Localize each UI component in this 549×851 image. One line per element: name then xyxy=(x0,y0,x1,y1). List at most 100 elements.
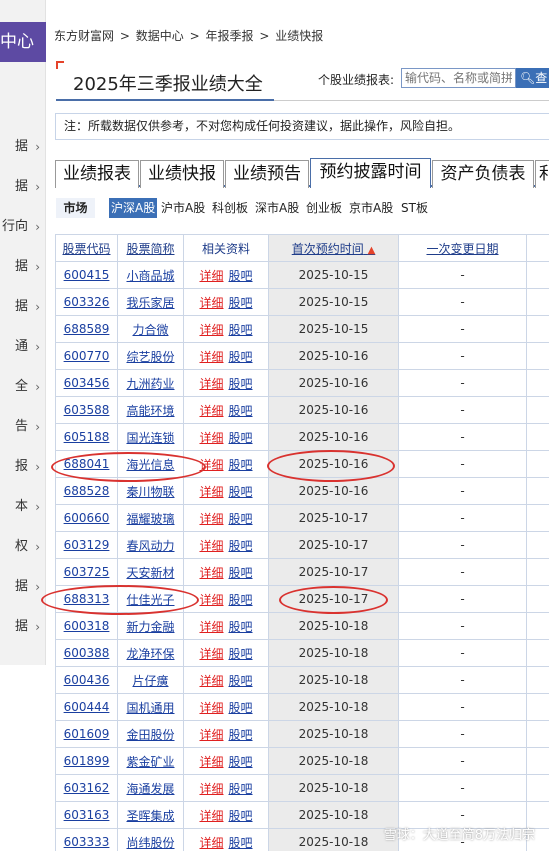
forum-link[interactable]: 股吧 xyxy=(229,485,253,499)
sidebar-item[interactable]: 告 › xyxy=(0,407,46,447)
detail-link[interactable]: 详细 xyxy=(199,485,223,499)
forum-link[interactable]: 股吧 xyxy=(229,512,253,526)
sidebar-item[interactable]: 全 › xyxy=(0,367,46,407)
market-option-star[interactable]: 科创板 xyxy=(212,198,248,218)
forum-link[interactable]: 股吧 xyxy=(229,431,253,445)
market-option-gem[interactable]: 创业板 xyxy=(306,198,342,218)
stock-code-link[interactable]: 688313 xyxy=(64,592,110,606)
col-header-name[interactable]: 股票简称 xyxy=(117,234,184,262)
stock-name-link[interactable]: 综艺股份 xyxy=(126,350,174,364)
forum-link[interactable]: 股吧 xyxy=(229,269,253,283)
forum-link[interactable]: 股吧 xyxy=(229,404,253,418)
stock-code-link[interactable]: 600770 xyxy=(64,349,110,363)
tab-performance-express[interactable]: 业绩快报 xyxy=(140,160,224,188)
forum-link[interactable]: 股吧 xyxy=(229,458,253,472)
stock-code-link[interactable]: 605188 xyxy=(64,430,110,444)
detail-link[interactable]: 详细 xyxy=(199,512,223,526)
stock-name-link[interactable]: 春风动力 xyxy=(126,539,174,553)
detail-link[interactable]: 详细 xyxy=(199,269,223,283)
stock-code-link[interactable]: 600388 xyxy=(64,646,110,660)
stock-name-link[interactable]: 海通发展 xyxy=(126,782,174,796)
breadcrumb-data-center[interactable]: 数据中心 xyxy=(136,29,184,43)
stock-name-link[interactable]: 福耀玻璃 xyxy=(126,512,174,526)
stock-code-link[interactable]: 603456 xyxy=(64,376,110,390)
forum-link[interactable]: 股吧 xyxy=(229,674,253,688)
breadcrumb-annual-reports[interactable]: 年报季报 xyxy=(205,29,253,43)
forum-link[interactable]: 股吧 xyxy=(229,728,253,742)
sidebar-item[interactable]: 据 › xyxy=(0,127,46,167)
sidebar-item[interactable]: 据 › xyxy=(0,607,46,647)
forum-link[interactable]: 股吧 xyxy=(229,755,253,769)
sidebar-item[interactable]: 据 › xyxy=(0,167,46,207)
forum-link[interactable]: 股吧 xyxy=(229,701,253,715)
detail-link[interactable]: 详细 xyxy=(199,377,223,391)
stock-name-link[interactable]: 仕佳光子 xyxy=(126,593,174,607)
stock-name-link[interactable]: 龙净环保 xyxy=(126,647,174,661)
stock-code-link[interactable]: 600660 xyxy=(64,511,110,525)
forum-link[interactable]: 股吧 xyxy=(229,377,253,391)
forum-link[interactable]: 股吧 xyxy=(229,296,253,310)
stock-name-link[interactable]: 高能环境 xyxy=(126,404,174,418)
detail-link[interactable]: 详细 xyxy=(199,701,223,715)
stock-name-link[interactable]: 国光连锁 xyxy=(126,431,174,445)
tab-disclosure-schedule[interactable]: 预约披露时间 xyxy=(310,158,431,188)
search-button[interactable]: 🔍︎查 xyxy=(516,68,549,88)
tab-performance-forecast[interactable]: 业绩预告 xyxy=(225,160,309,188)
detail-link[interactable]: 详细 xyxy=(199,755,223,769)
sidebar-item[interactable]: 据 › xyxy=(0,247,46,287)
stock-code-link[interactable]: 603588 xyxy=(64,403,110,417)
detail-link[interactable]: 详细 xyxy=(199,647,223,661)
stock-code-link[interactable]: 688041 xyxy=(64,457,110,471)
forum-link[interactable]: 股吧 xyxy=(229,782,253,796)
stock-name-link[interactable]: 金田股份 xyxy=(126,728,174,742)
detail-link[interactable]: 详细 xyxy=(199,593,223,607)
sidebar-item[interactable]: 据 › xyxy=(0,567,46,607)
col-header-change-date[interactable]: 一次变更日期 xyxy=(398,234,527,262)
forum-link[interactable]: 股吧 xyxy=(229,323,253,337)
stock-code-link[interactable]: 603326 xyxy=(64,295,110,309)
forum-link[interactable]: 股吧 xyxy=(229,593,253,607)
sidebar-item[interactable]: 本 › xyxy=(0,487,46,527)
sidebar-item[interactable]: 通 › xyxy=(0,327,46,367)
detail-link[interactable]: 详细 xyxy=(199,431,223,445)
market-option-hs-a[interactable]: 沪深A股 xyxy=(109,198,158,218)
tab-performance-report[interactable]: 业绩报表 xyxy=(55,160,139,188)
detail-link[interactable]: 详细 xyxy=(199,323,223,337)
stock-name-link[interactable]: 小商品城 xyxy=(126,269,174,283)
stock-code-link[interactable]: 688589 xyxy=(64,322,110,336)
tab-balance-sheet[interactable]: 资产负债表 xyxy=(432,160,534,188)
stock-code-link[interactable]: 603163 xyxy=(64,808,110,822)
forum-link[interactable]: 股吧 xyxy=(229,647,253,661)
stock-name-link[interactable]: 天安新材 xyxy=(126,566,174,580)
stock-code-link[interactable]: 601899 xyxy=(64,754,110,768)
stock-name-link[interactable]: 新力金融 xyxy=(126,620,174,634)
forum-link[interactable]: 股吧 xyxy=(229,620,253,634)
market-option-st[interactable]: ST板 xyxy=(401,198,428,218)
detail-link[interactable]: 详细 xyxy=(199,539,223,553)
stock-name-link[interactable]: 我乐家居 xyxy=(126,296,174,310)
stock-code-link[interactable]: 603725 xyxy=(64,565,110,579)
forum-link[interactable]: 股吧 xyxy=(229,836,253,850)
sidebar-item[interactable]: 据 › xyxy=(0,287,46,327)
sidebar-item[interactable]: 报 › xyxy=(0,447,46,487)
stock-name-link[interactable]: 力合微 xyxy=(132,323,168,337)
col-header-first-date[interactable]: 首次预约时间 ▲ xyxy=(268,234,399,262)
detail-link[interactable]: 详细 xyxy=(199,350,223,364)
stock-code-link[interactable]: 603162 xyxy=(64,781,110,795)
tab-next[interactable]: 利 xyxy=(535,160,549,188)
breadcrumb-current[interactable]: 业绩快报 xyxy=(275,29,323,43)
stock-code-link[interactable]: 600318 xyxy=(64,619,110,633)
forum-link[interactable]: 股吧 xyxy=(229,809,253,823)
stock-name-link[interactable]: 片仔癀 xyxy=(132,674,168,688)
detail-link[interactable]: 详细 xyxy=(199,296,223,310)
market-option-sz-a[interactable]: 深市A股 xyxy=(255,198,299,218)
stock-code-link[interactable]: 603333 xyxy=(64,835,110,849)
detail-link[interactable]: 详细 xyxy=(199,458,223,472)
detail-link[interactable]: 详细 xyxy=(199,566,223,580)
stock-name-link[interactable]: 尚纬股份 xyxy=(126,836,174,850)
stock-name-link[interactable]: 国机通用 xyxy=(126,701,174,715)
stock-code-link[interactable]: 600415 xyxy=(64,268,110,282)
stock-code-link[interactable]: 603129 xyxy=(64,538,110,552)
search-input[interactable] xyxy=(401,68,516,88)
detail-link[interactable]: 详细 xyxy=(199,782,223,796)
